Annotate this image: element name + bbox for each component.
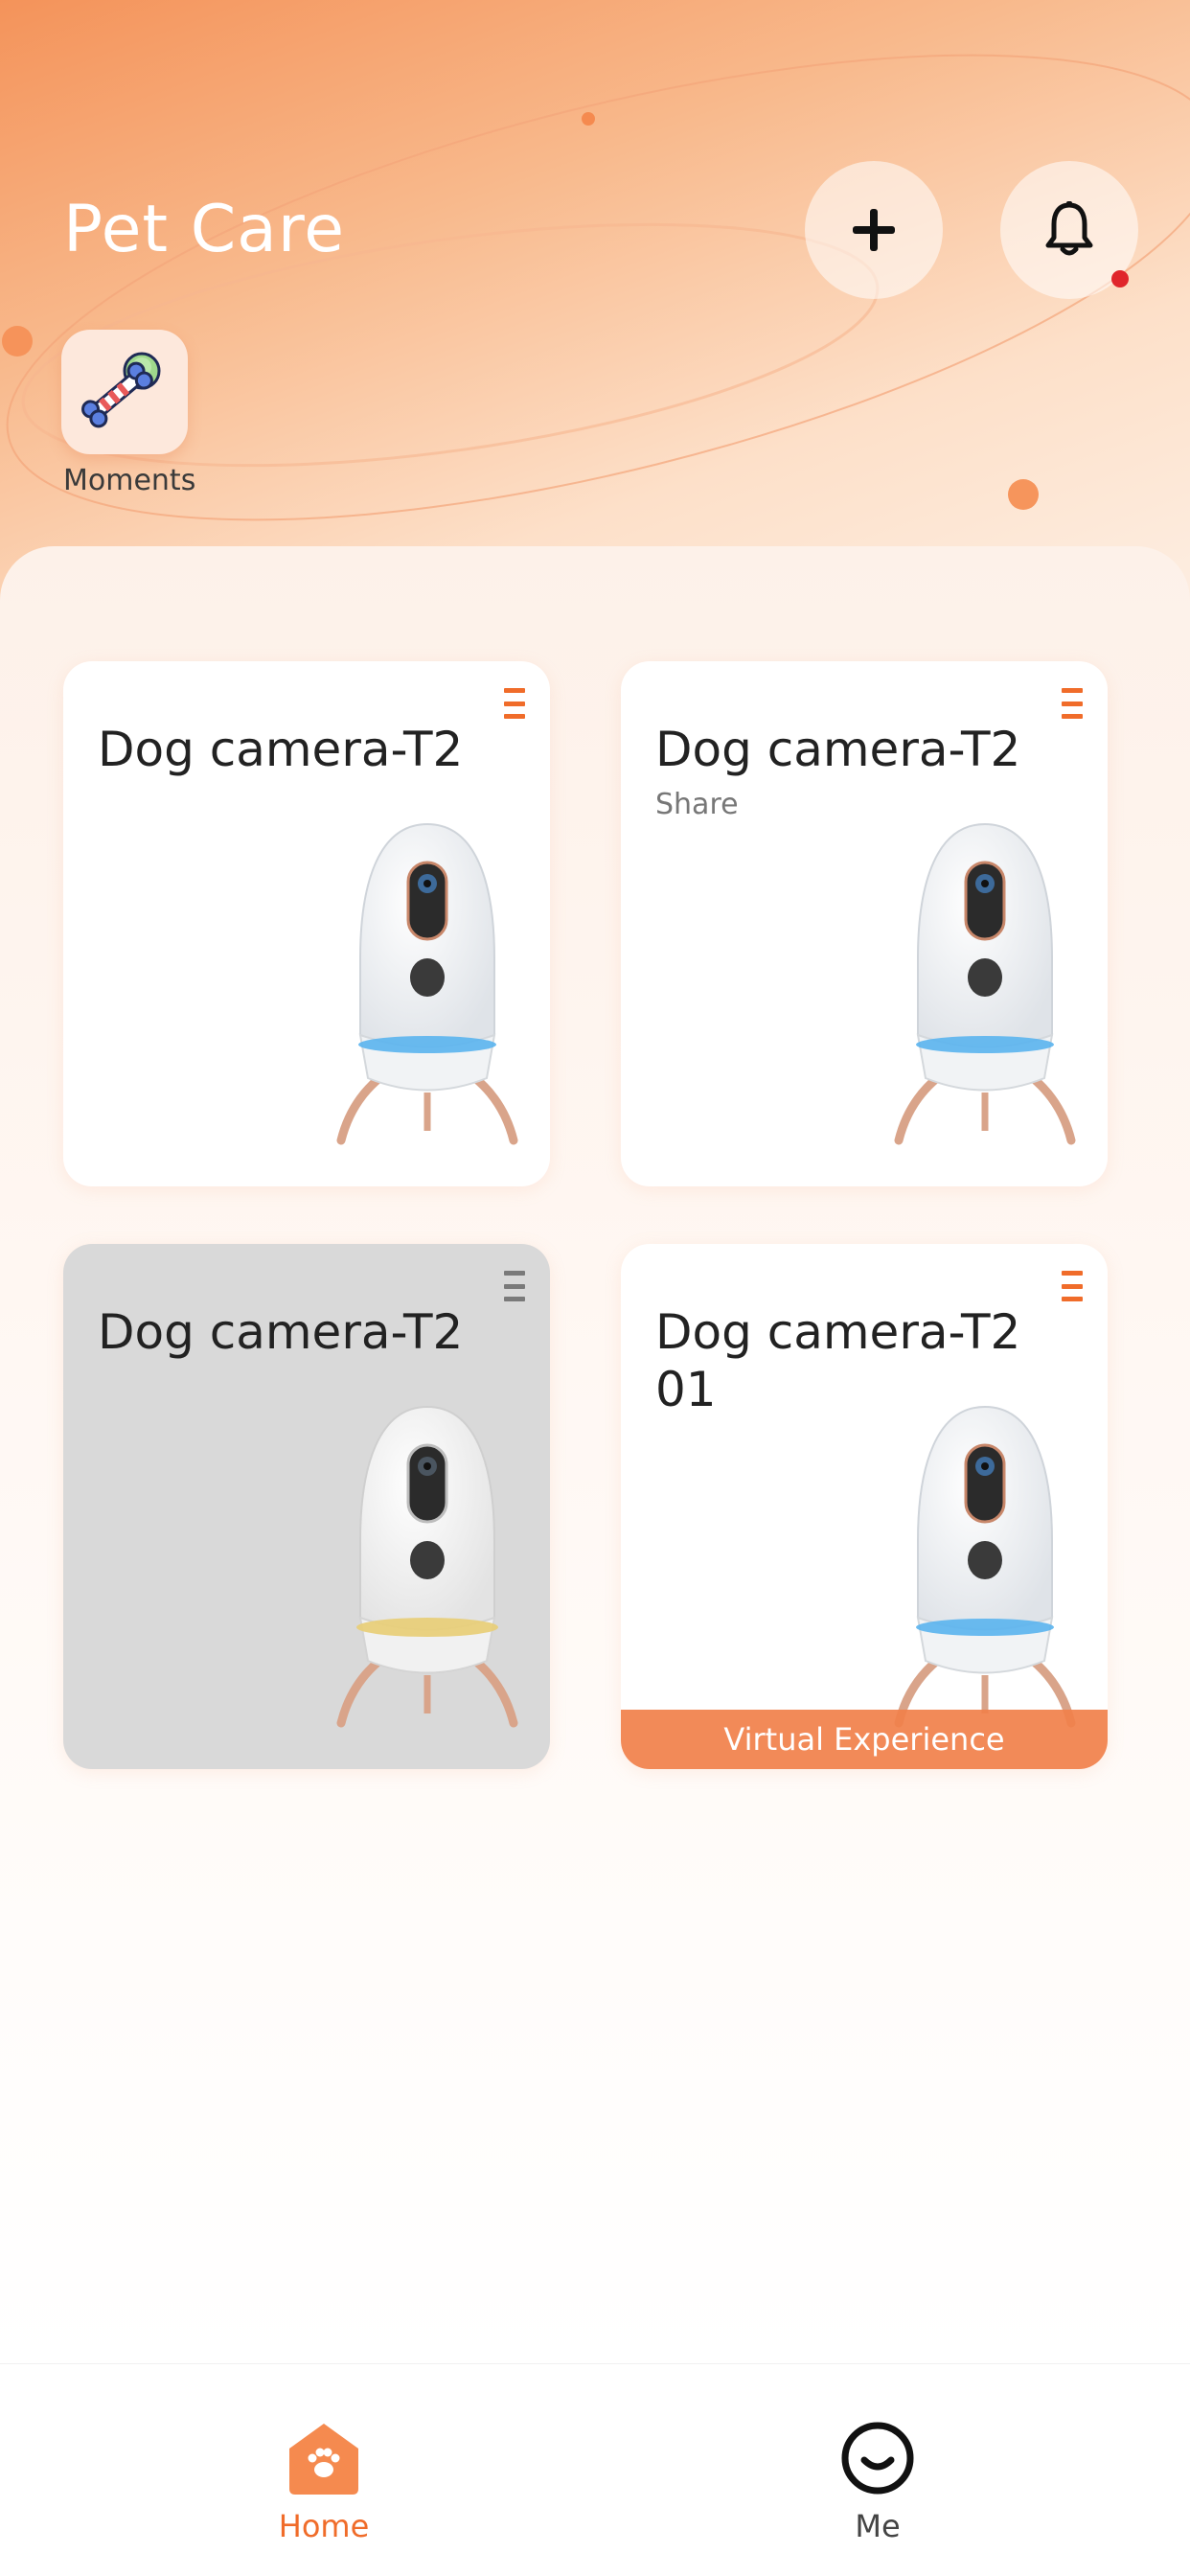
page-title: Pet Care <box>63 192 346 267</box>
bell-icon <box>1045 201 1093 256</box>
virtual-experience-banner[interactable]: Virtual Experience <box>621 1710 1108 1769</box>
dog-camera-image <box>336 822 518 1145</box>
device-share-label: Share <box>655 788 739 821</box>
device-card[interactable]: Dog camera-T2 <box>63 661 550 1186</box>
dog-camera-image <box>336 1405 518 1728</box>
device-card[interactable]: Dog camera-T2 Share <box>621 661 1108 1186</box>
device-name: Dog camera-T2 <box>98 1304 464 1360</box>
moments-label: Moments <box>63 464 196 497</box>
device-name: Dog camera-T2 <box>98 722 464 777</box>
card-menu-icon[interactable] <box>1062 688 1083 719</box>
dog-camera-image <box>894 1405 1076 1728</box>
smiley-face-icon <box>841 2422 914 2495</box>
tab-me[interactable]: Me <box>734 2364 1021 2576</box>
tab-home[interactable]: Home <box>180 2364 468 2576</box>
bone-and-ball-icon <box>81 352 161 428</box>
home-paw-icon <box>289 2424 358 2495</box>
moments-shortcut[interactable] <box>61 330 188 454</box>
card-menu-icon[interactable] <box>1062 1271 1083 1301</box>
dog-camera-image <box>894 822 1076 1145</box>
card-menu-icon[interactable] <box>504 1271 525 1301</box>
tab-me-label: Me <box>855 2508 901 2544</box>
card-menu-icon[interactable] <box>504 688 525 719</box>
plus-icon <box>853 209 895 251</box>
device-card-offline[interactable]: Dog camera-T2 <box>63 1244 550 1769</box>
bottom-tab-bar: Home Me <box>0 2363 1190 2576</box>
device-name: Dog camera-T2 <box>655 722 1021 777</box>
orbit-decoration <box>2 54 1190 521</box>
device-card-virtual[interactable]: Dog camera-T2 01 Virtual Experience <box>621 1244 1108 1769</box>
unread-notification-dot <box>1111 270 1129 288</box>
add-device-button[interactable] <box>805 161 943 299</box>
header-background <box>0 0 1190 613</box>
tab-home-label: Home <box>278 2508 370 2544</box>
